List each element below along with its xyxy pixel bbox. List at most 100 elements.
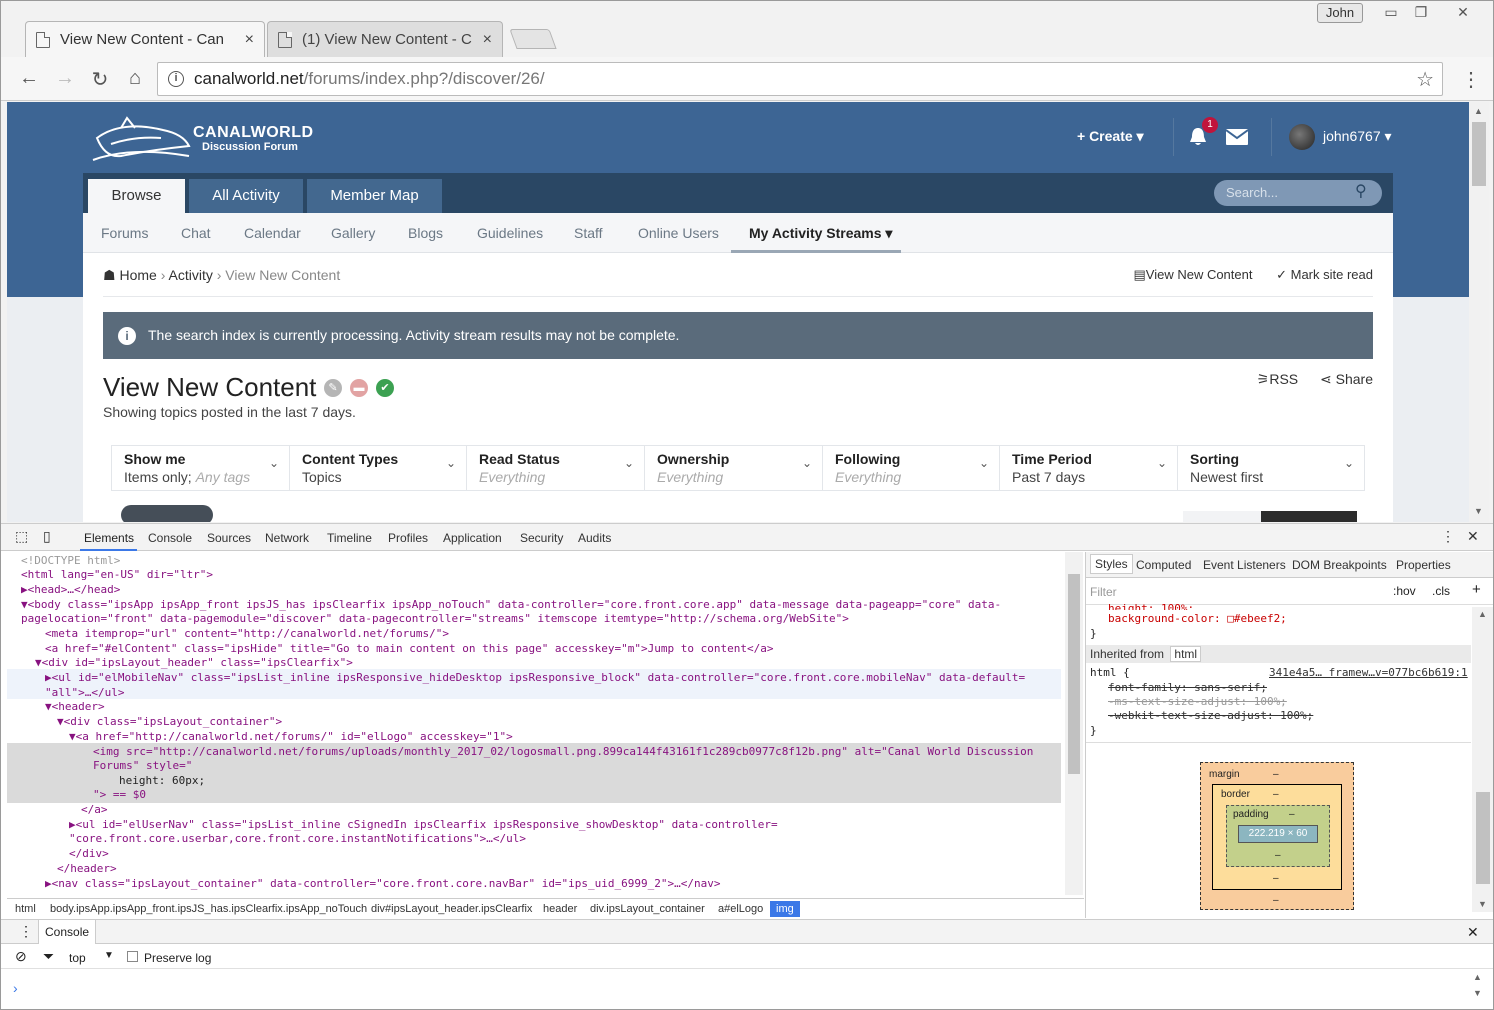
forward-button[interactable]: →: [53, 67, 77, 90]
scroll-down-icon[interactable]: ▼: [1473, 988, 1482, 998]
subnav-guidelines[interactable]: Guidelines: [477, 225, 543, 241]
address-bar[interactable]: i canalworld.net/forums/index.php?/disco…: [157, 62, 1443, 96]
subnav-calendar[interactable]: Calendar: [244, 225, 301, 241]
filter-time-period[interactable]: Time Period Past 7 days ⌄: [1000, 446, 1178, 490]
dom-line[interactable]: ▼<div class="ipsLayout_container">: [57, 715, 282, 730]
dom-crumb[interactable]: a#elLogo: [718, 903, 763, 915]
dom-line-selected[interactable]: <img src="http://canalworld.net/forums/u…: [93, 745, 1033, 760]
dom-line[interactable]: ▶<nav class="ipsLayout_container" data-c…: [45, 877, 721, 892]
tab-console-drawer[interactable]: Console: [38, 920, 97, 944]
subnav-chat[interactable]: Chat: [181, 225, 211, 241]
devtools-menu-icon[interactable]: ⋮: [1441, 528, 1455, 545]
mark-site-read-link[interactable]: Mark site read: [1291, 267, 1373, 282]
tab-event-listeners[interactable]: Event Listeners: [1203, 558, 1286, 572]
subnav-staff[interactable]: Staff: [574, 225, 603, 241]
rss-link[interactable]: RSS: [1269, 371, 1298, 387]
context-selector[interactable]: top: [69, 951, 86, 965]
dom-line[interactable]: </a>: [81, 803, 108, 818]
bookmark-star-icon[interactable]: ☆: [1416, 67, 1434, 92]
inherited-tag[interactable]: html: [1170, 646, 1202, 662]
breadcrumb-activity[interactable]: Activity: [169, 267, 213, 283]
clear-console-icon[interactable]: ⊘: [15, 948, 27, 965]
tab-view-new-content[interactable]: View New Content - Can ×: [25, 21, 265, 57]
style-declaration-overridden[interactable]: font-family: sans-serif;: [1108, 681, 1267, 694]
inspect-element-icon[interactable]: ⬚: [15, 528, 28, 545]
close-drawer-icon[interactable]: ✕: [1467, 924, 1479, 941]
scroll-up-icon[interactable]: ▲: [1473, 972, 1482, 982]
dom-line-selected[interactable]: "> == $0: [93, 788, 146, 803]
maximize-button[interactable]: ❐: [1407, 3, 1435, 21]
filter-sorting[interactable]: Sorting Newest first ⌄: [1178, 446, 1364, 490]
elements-tree[interactable]: <!DOCTYPE html> <html lang="en-US" dir="…: [7, 552, 1063, 895]
new-tab-button[interactable]: [509, 29, 557, 49]
filter-ownership[interactable]: Ownership Everything ⌄: [645, 446, 823, 490]
tab-console[interactable]: Console: [148, 531, 192, 545]
dom-line[interactable]: "all">…</ul>: [45, 686, 124, 701]
tab-profiles[interactable]: Profiles: [388, 531, 428, 545]
info-icon[interactable]: i: [168, 71, 184, 87]
partial-button[interactable]: [1261, 511, 1357, 522]
tab-styles[interactable]: Styles: [1090, 554, 1133, 574]
dom-crumb[interactable]: div.ipsLayout_container: [590, 903, 705, 915]
avatar[interactable]: [1289, 124, 1315, 150]
styles-filter-input[interactable]: Filter: [1090, 585, 1117, 599]
tab-all-activity[interactable]: All Activity: [189, 179, 303, 213]
site-logo[interactable]: CANALWORLD Discussion Forum: [91, 116, 313, 168]
tab-properties[interactable]: Properties: [1396, 558, 1451, 572]
preserve-log-checkbox[interactable]: [127, 951, 138, 962]
dom-line[interactable]: ▼<header>: [45, 700, 105, 715]
scroll-down-icon[interactable]: ▼: [1478, 899, 1487, 909]
add-style-rule-button[interactable]: +: [1472, 581, 1481, 598]
elements-scrollbar[interactable]: [1065, 552, 1083, 895]
subnav-forums[interactable]: Forums: [101, 225, 148, 241]
dom-crumb[interactable]: body.ipsApp.ipsApp_front.ipsJS_has.ipsCl…: [50, 903, 367, 915]
breadcrumb-home[interactable]: Home: [119, 267, 156, 283]
dom-line[interactable]: ▶<ul id="elUserNav" class="ipsList_inlin…: [69, 818, 778, 833]
tab-computed[interactable]: Computed: [1136, 558, 1191, 572]
border-top-value[interactable]: –: [1273, 789, 1279, 800]
tab-view-new-content-2[interactable]: (1) View New Content - C ×: [267, 21, 503, 57]
filter-following[interactable]: Following Everything ⌄: [823, 446, 1000, 490]
class-toggle[interactable]: .cls: [1432, 584, 1450, 598]
view-new-content-link[interactable]: View New Content: [1146, 267, 1253, 282]
close-tab-icon[interactable]: ×: [245, 31, 254, 49]
border-bottom-value[interactable]: –: [1273, 873, 1279, 884]
profile-badge[interactable]: John: [1317, 3, 1363, 23]
style-declaration[interactable]: background-color: □#ebeef2;: [1108, 612, 1287, 625]
margin-top-value[interactable]: –: [1273, 769, 1279, 780]
dom-line[interactable]: <html lang="en-US" dir="ltr">: [21, 568, 213, 583]
scrollbar-thumb[interactable]: [1068, 574, 1080, 774]
tab-browse[interactable]: Browse: [88, 179, 185, 213]
create-menu[interactable]: + Create ▾: [1077, 128, 1144, 145]
tab-timeline[interactable]: Timeline: [327, 531, 372, 545]
dom-line[interactable]: pagelocation="front" data-pagemodule="di…: [21, 612, 849, 627]
subnav-blogs[interactable]: Blogs: [408, 225, 443, 241]
chevron-down-icon[interactable]: ▼: [104, 950, 114, 961]
tab-elements[interactable]: Elements: [84, 531, 134, 545]
search-icon[interactable]: ⚲: [1355, 181, 1367, 201]
style-source-link[interactable]: 341e4a5… framew…v=077bc6b619:1: [1269, 666, 1468, 679]
hover-state-toggle[interactable]: :hov: [1393, 584, 1416, 598]
tab-security[interactable]: Security: [520, 531, 563, 545]
close-tab-icon[interactable]: ×: [483, 31, 492, 49]
delete-icon[interactable]: ▬: [350, 379, 368, 397]
back-button[interactable]: ←: [17, 67, 41, 90]
filter-read-status[interactable]: Read Status Everything ⌄: [467, 446, 645, 490]
padding-bottom-value[interactable]: –: [1275, 850, 1281, 861]
console-prompt[interactable]: ›: [13, 980, 18, 996]
dom-line-selected[interactable]: height: 60px;: [119, 774, 205, 789]
minimize-button[interactable]: ▭: [1377, 3, 1405, 21]
tab-network[interactable]: Network: [265, 531, 309, 545]
style-declaration[interactable]: height: 100%;: [1108, 602, 1194, 610]
dom-line[interactable]: ▶<head>…</head>: [21, 583, 120, 598]
dom-line[interactable]: "core.front.core.userbar,core.front.core…: [69, 832, 526, 847]
subnav-my-activity-streams[interactable]: My Activity Streams ▾: [749, 225, 892, 242]
dom-crumb[interactable]: html: [15, 903, 36, 915]
scrollbar-thumb[interactable]: [1472, 122, 1486, 186]
envelope-icon[interactable]: [1226, 129, 1248, 145]
style-declaration-overridden[interactable]: -ms-text-size-adjust: 100%;: [1108, 695, 1287, 708]
dom-line[interactable]: ▼<body class="ipsApp ipsApp_front ipsJS_…: [21, 598, 1001, 613]
dom-crumb[interactable]: div#ipsLayout_header.ipsClearfix: [371, 903, 532, 915]
dom-crumb-selected[interactable]: img: [770, 901, 800, 917]
close-window-button[interactable]: ✕: [1449, 3, 1477, 21]
